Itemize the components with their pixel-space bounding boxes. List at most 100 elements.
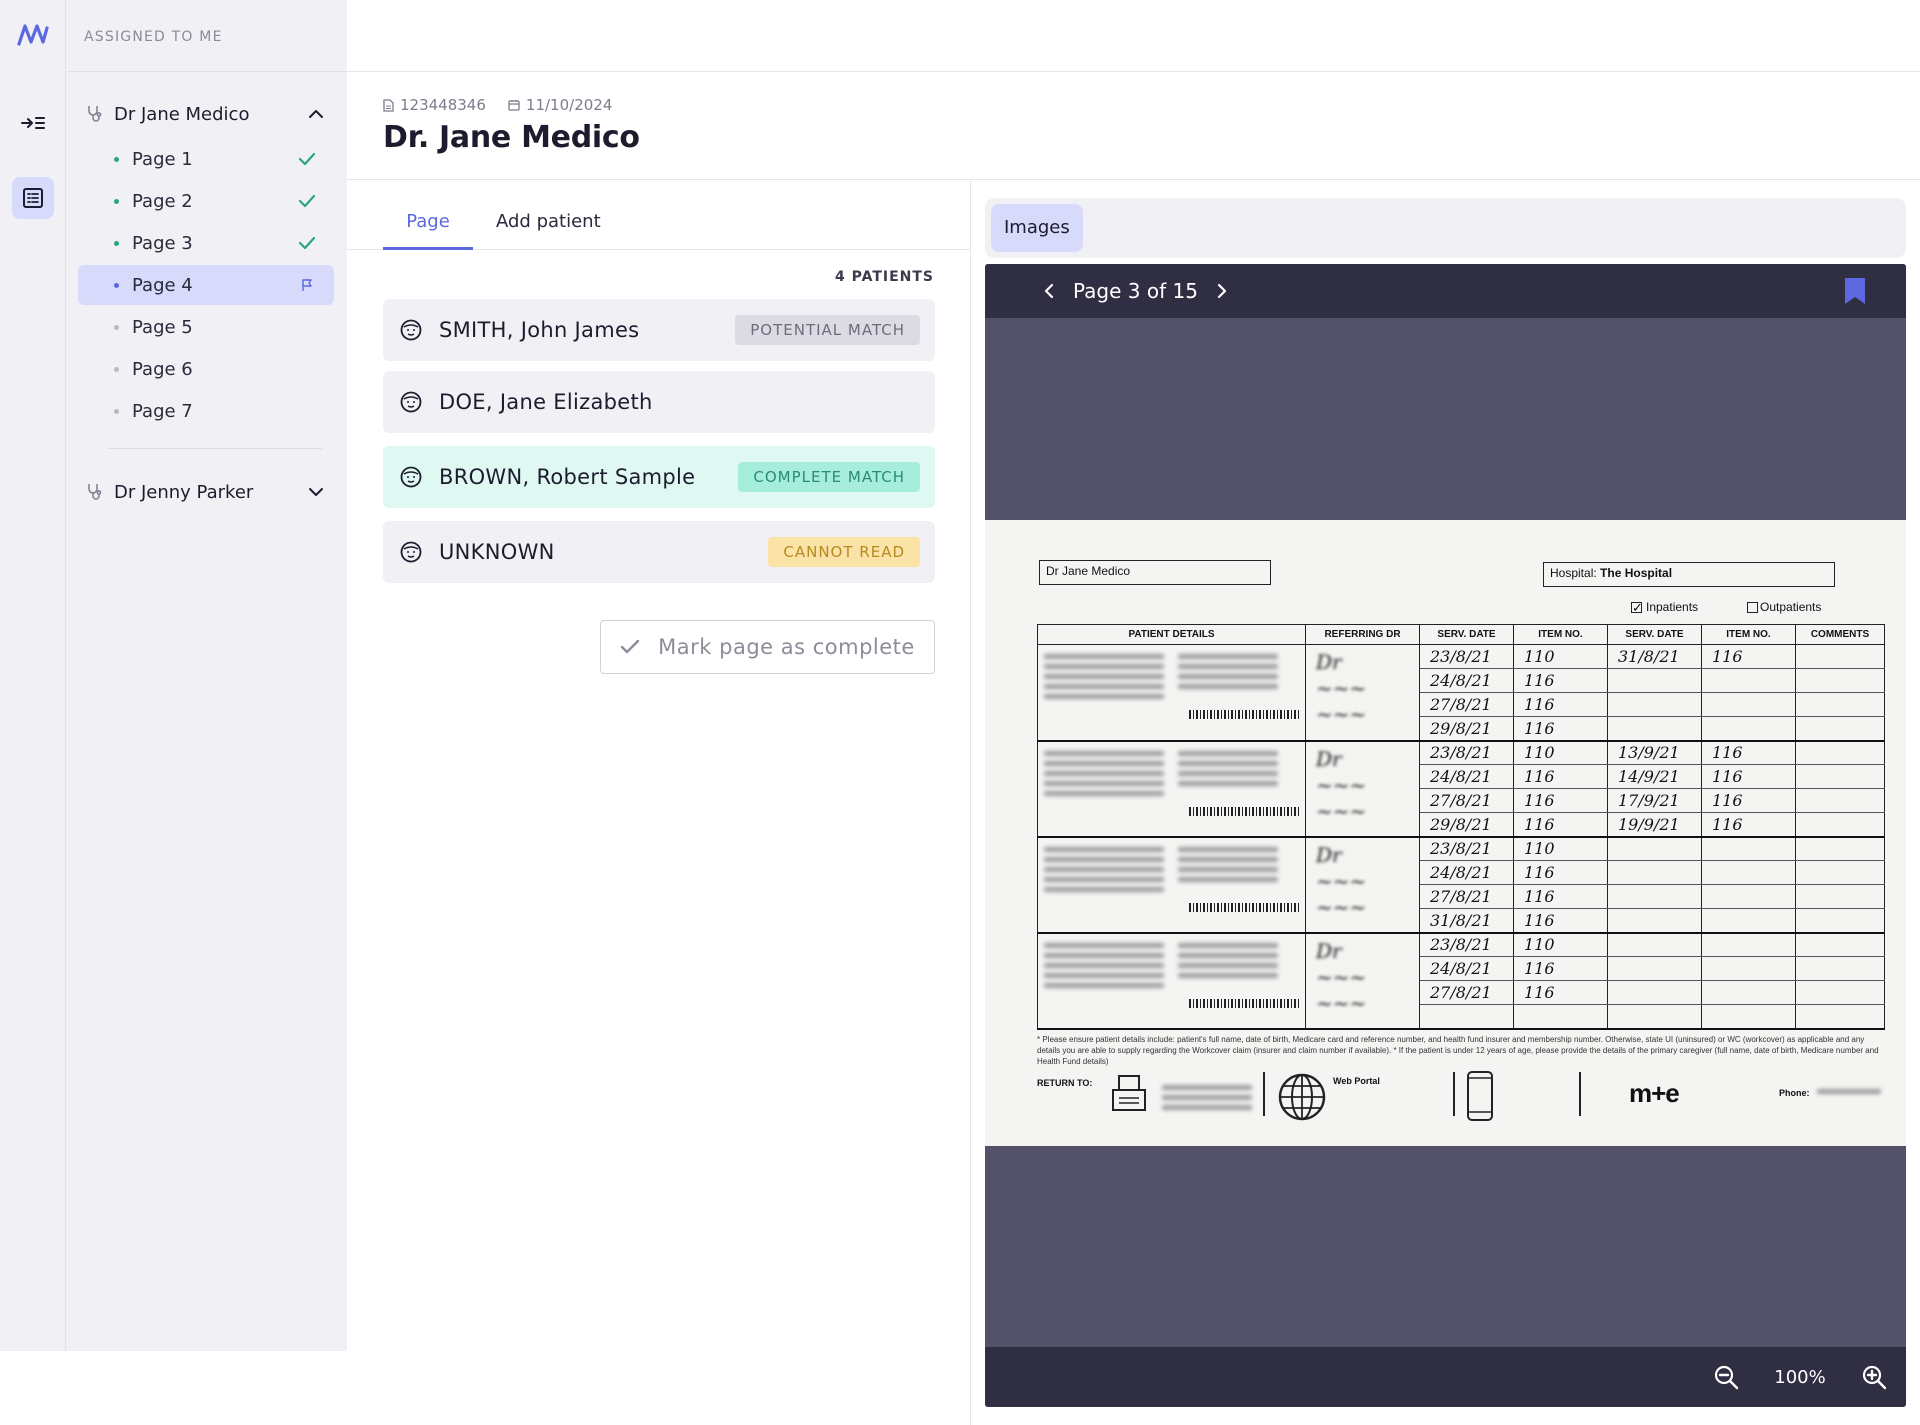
status-badge: CANNOT READ: [768, 537, 920, 567]
doc-comment-cell: [1795, 764, 1885, 789]
doc-referring-dr-blurred: Dr ~~~ ~~~: [1305, 836, 1420, 934]
sidebar-item-page-6[interactable]: Page 6: [78, 349, 334, 389]
tab-add-patient[interactable]: Add patient: [496, 211, 601, 250]
doctor-group-jane-medico[interactable]: Dr Jane Medico: [78, 94, 334, 134]
sidebar-item-page-7[interactable]: Page 7: [78, 391, 334, 431]
doc-inpatients: ✓ Inpatients: [1631, 600, 1698, 614]
empty-box-icon: [1747, 601, 1758, 613]
document-id: 123448346: [383, 96, 486, 114]
chevron-up-icon[interactable]: [304, 109, 328, 119]
doc-referring-dr-blurred: Dr ~~~ ~~~: [1305, 740, 1420, 838]
app-root: ASSIGNED TO ME Dr Jane Medico Page 1 Pag…: [0, 0, 1920, 1425]
bookmark-icon[interactable]: [1844, 277, 1866, 309]
chevron-down-icon[interactable]: [304, 487, 328, 497]
patient-row-brown[interactable]: BROWN, Robert Sample COMPLETE MATCH: [383, 446, 935, 508]
doc-patient-details-blurred: [1037, 644, 1306, 742]
doctor-name: Dr Jenny Parker: [114, 481, 254, 503]
next-page-button[interactable]: [1208, 283, 1236, 299]
top-bar: [347, 0, 1920, 72]
previous-page-button[interactable]: [1035, 283, 1063, 299]
doc-table-cell: 29/8/21: [1419, 716, 1514, 742]
doc-col-header: PATIENT DETAILS: [1037, 624, 1306, 645]
doc-hospital-box: Hospital: The Hospital: [1543, 562, 1835, 587]
check-icon: [296, 194, 318, 208]
patient-row-unknown[interactable]: UNKNOWN CANNOT READ: [383, 521, 935, 583]
viewer-toolbar: Page 3 of 15: [985, 264, 1906, 318]
doc-col-header: SERV. DATE: [1419, 624, 1514, 645]
doc-table-cell: [1607, 932, 1702, 957]
doc-table-row: Dr ~~~ ~~~ 23/8/21 110 13/9/21 116: [1037, 740, 1885, 838]
sidebar-item-page-1[interactable]: Page 1: [78, 139, 334, 179]
sidebar-section-title: ASSIGNED TO ME: [84, 29, 223, 45]
patient-row-doe[interactable]: DOE, Jane Elizabeth: [383, 371, 935, 433]
tab-page[interactable]: Page: [383, 211, 473, 250]
document-date: 11/10/2024: [508, 96, 612, 114]
status-dot: [114, 324, 119, 330]
patient-name: SMITH, John James: [439, 318, 640, 342]
sidebar-item-page-5[interactable]: Page 5: [78, 307, 334, 347]
doc-table-cell: [1701, 716, 1796, 742]
doc-comment-cell: [1795, 884, 1885, 909]
doc-table-cell: 27/8/21: [1419, 788, 1514, 813]
patient-row-smith[interactable]: SMITH, John James POTENTIAL MATCH: [383, 299, 935, 361]
sidebar-item-page-3[interactable]: Page 3: [78, 223, 334, 263]
page-label: Page 7: [132, 400, 193, 422]
zoom-in-button[interactable]: [1854, 1357, 1894, 1397]
patients-count: 4 PATIENTS: [834, 269, 934, 285]
patient-name: UNKNOWN: [439, 540, 555, 564]
mark-page-complete-button[interactable]: Mark page as complete: [600, 620, 935, 674]
doc-table-cell: 116: [1513, 812, 1608, 838]
doctor-group-jenny-parker[interactable]: Dr Jenny Parker: [78, 472, 334, 512]
zoom-in-icon: [1862, 1365, 1887, 1390]
page-label: Page 3: [132, 232, 193, 254]
doc-table-cell: 31/8/21: [1419, 908, 1514, 934]
doc-patient-details-blurred: [1037, 836, 1306, 934]
status-dot: [114, 156, 119, 162]
blurred-contact: [1162, 1080, 1252, 1115]
file-icon: [383, 98, 394, 112]
sidebar-item-page-4[interactable]: Page 4: [78, 265, 334, 305]
doc-table-cell: 23/8/21: [1419, 740, 1514, 765]
patient-face-icon: [399, 318, 423, 342]
document-viewer[interactable]: Page 3 of 15 Dr Jane Medico Hospital: Th…: [985, 264, 1906, 1407]
doc-table-cell: 31/8/21: [1607, 644, 1702, 669]
app-logo-icon[interactable]: [15, 20, 51, 50]
patient-name: BROWN, Robert Sample: [439, 465, 696, 489]
doc-table-cell: 24/8/21: [1419, 668, 1514, 693]
doctor-name: Dr Jane Medico: [114, 103, 250, 125]
doc-table-cell: [1701, 908, 1796, 934]
tab-images[interactable]: Images: [991, 204, 1083, 252]
zoom-out-icon: [1714, 1365, 1739, 1390]
doc-table-cell: 116: [1701, 644, 1796, 669]
sidebar-header-divider: [66, 71, 347, 72]
checked-box-icon: ✓: [1631, 599, 1643, 615]
document-meta: 123448346 11/10/2024: [383, 96, 612, 114]
page-label: Page 6: [132, 358, 193, 380]
flag-icon[interactable]: [296, 278, 318, 292]
viewer-zoom-bar: 100%: [985, 1347, 1906, 1407]
status-dot: [114, 408, 119, 414]
doc-table-cell: 29/8/21: [1419, 812, 1514, 838]
doc-comment-cell: [1795, 980, 1885, 1005]
zoom-out-button[interactable]: [1706, 1357, 1746, 1397]
sidebar-item-page-2[interactable]: Page 2: [78, 181, 334, 221]
list-icon: [23, 188, 43, 208]
doc-table-cell: [1607, 908, 1702, 934]
doc-table-cell: 116: [1513, 716, 1608, 742]
doc-comment-cell: [1795, 740, 1885, 765]
doc-table-cell: 110: [1513, 932, 1608, 957]
doc-table-row: Dr ~~~ ~~~ 23/8/21 110: [1037, 932, 1885, 1030]
doc-comment-cell: [1795, 1004, 1885, 1030]
doc-table-cell: 116: [1701, 740, 1796, 765]
page-label: Page 5: [132, 316, 193, 338]
doc-table-cell: 24/8/21: [1419, 860, 1514, 885]
status-badge: POTENTIAL MATCH: [735, 315, 920, 345]
image-panel: Images Page 3 of 15 Dr Jane Medico Hospi…: [971, 181, 1920, 1425]
pager-label: Page 3 of 15: [1073, 279, 1198, 303]
doc-table-cell: 13/9/21: [1607, 740, 1702, 765]
expand-sidebar-button[interactable]: [12, 102, 54, 144]
doc-table-cell: [1419, 1004, 1514, 1030]
doc-table-cell: 116: [1701, 812, 1796, 838]
worklist-button[interactable]: [12, 177, 54, 219]
fax-icon: [1112, 1075, 1146, 1111]
